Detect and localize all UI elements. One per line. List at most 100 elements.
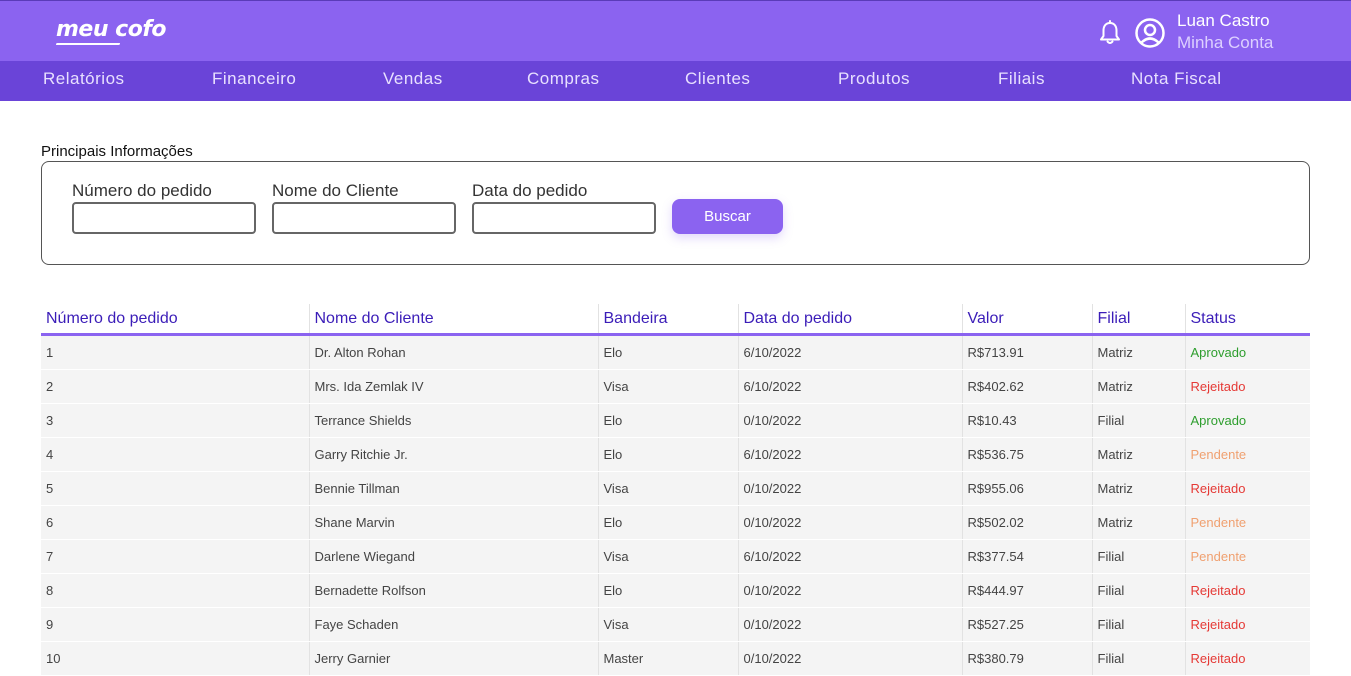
- cell-status: Rejeitado: [1184, 471, 1310, 506]
- cell-card-brand: Elo: [597, 403, 738, 438]
- cell-card-brand: Elo: [597, 437, 738, 472]
- section-title: Principais Informações: [41, 143, 193, 160]
- cell-status: Rejeitado: [1184, 573, 1310, 608]
- cell-status: Pendente: [1184, 539, 1310, 574]
- user-circle-icon[interactable]: [1134, 17, 1166, 49]
- column-header[interactable]: Filial: [1091, 304, 1185, 336]
- order-date-input[interactable]: [472, 202, 656, 234]
- cell-branch: Filial: [1091, 539, 1185, 574]
- cell-value: R$713.91: [961, 334, 1092, 370]
- table-header-row: Número do pedido Nome do Cliente Bandeir…: [41, 304, 1310, 336]
- cell-branch: Matriz: [1091, 334, 1185, 370]
- main-nav: Relatórios Financeiro Vendas Compras Cli…: [0, 61, 1351, 101]
- table-row[interactable]: 9 Faye Schaden Visa 0/10/2022 R$527.25 F…: [41, 607, 1310, 642]
- table-row[interactable]: 6 Shane Marvin Elo 0/10/2022 R$502.02 Ma…: [41, 505, 1310, 540]
- cell-card-brand: Elo: [597, 573, 738, 608]
- cell-order-number: 2: [41, 369, 309, 404]
- cell-order-date: 6/10/2022: [737, 437, 962, 472]
- nav-item-nota-fiscal[interactable]: Nota Fiscal: [1131, 69, 1222, 89]
- cell-card-brand: Visa: [597, 607, 738, 642]
- logo[interactable]: meu cofo: [56, 17, 167, 42]
- column-header[interactable]: Valor: [961, 304, 1092, 336]
- table-row[interactable]: 1 Dr. Alton Rohan Elo 6/10/2022 R$713.91…: [41, 334, 1310, 370]
- cell-order-number: 6: [41, 505, 309, 540]
- cell-value: R$444.97: [961, 573, 1092, 608]
- table-row[interactable]: 8 Bernadette Rolfson Elo 0/10/2022 R$444…: [41, 573, 1310, 608]
- cell-status: Rejeitado: [1184, 641, 1310, 676]
- column-header[interactable]: Data do pedido: [737, 304, 962, 336]
- column-header[interactable]: Número do pedido: [41, 304, 309, 336]
- table-row[interactable]: 2 Mrs. Ida Zemlak IV Visa 6/10/2022 R$40…: [41, 369, 1310, 404]
- cell-branch: Filial: [1091, 641, 1185, 676]
- nav-item-clientes[interactable]: Clientes: [685, 69, 750, 89]
- table-row[interactable]: 3 Terrance Shields Elo 0/10/2022 R$10.43…: [41, 403, 1310, 438]
- cell-card-brand: Master: [597, 641, 738, 676]
- cell-value: R$402.62: [961, 369, 1092, 404]
- cell-order-number: 4: [41, 437, 309, 472]
- table-row[interactable]: 7 Darlene Wiegand Visa 6/10/2022 R$377.5…: [41, 539, 1310, 574]
- cell-client-name: Darlene Wiegand: [308, 539, 598, 574]
- cell-status: Aprovado: [1184, 403, 1310, 438]
- nav-item-filiais[interactable]: Filiais: [998, 69, 1045, 89]
- cell-card-brand: Elo: [597, 334, 738, 370]
- table-row[interactable]: 5 Bennie Tillman Visa 0/10/2022 R$955.06…: [41, 471, 1310, 506]
- cell-client-name: Terrance Shields: [308, 403, 598, 438]
- cell-order-date: 6/10/2022: [737, 334, 962, 370]
- cell-value: R$502.02: [961, 505, 1092, 540]
- client-name-input[interactable]: [272, 202, 456, 234]
- cell-status: Aprovado: [1184, 334, 1310, 370]
- cell-branch: Filial: [1091, 573, 1185, 608]
- column-header[interactable]: Bandeira: [597, 304, 738, 336]
- cell-value: R$377.54: [961, 539, 1092, 574]
- top-bar: meu cofo Luan Castro Minha Conta: [0, 0, 1351, 61]
- cell-client-name: Mrs. Ida Zemlak IV: [308, 369, 598, 404]
- cell-branch: Matriz: [1091, 437, 1185, 472]
- column-header[interactable]: Status: [1184, 304, 1310, 336]
- table-row[interactable]: 10 Jerry Garnier Master 0/10/2022 R$380.…: [41, 641, 1310, 676]
- my-account-link[interactable]: Minha Conta: [1177, 33, 1273, 53]
- cell-client-name: Jerry Garnier: [308, 641, 598, 676]
- cell-value: R$527.25: [961, 607, 1092, 642]
- cell-order-date: 0/10/2022: [737, 573, 962, 608]
- cell-branch: Matriz: [1091, 369, 1185, 404]
- cell-order-number: 1: [41, 334, 309, 370]
- cell-order-number: 3: [41, 403, 309, 438]
- cell-client-name: Bennie Tillman: [308, 471, 598, 506]
- cell-client-name: Dr. Alton Rohan: [308, 334, 598, 370]
- cell-status: Pendente: [1184, 505, 1310, 540]
- cell-client-name: Faye Schaden: [308, 607, 598, 642]
- cell-card-brand: Visa: [597, 471, 738, 506]
- client-name-label: Nome do Cliente: [272, 181, 399, 200]
- cell-order-date: 6/10/2022: [737, 539, 962, 574]
- cell-order-number: 9: [41, 607, 309, 642]
- cell-value: R$380.79: [961, 641, 1092, 676]
- cell-order-date: 0/10/2022: [737, 471, 962, 506]
- cell-client-name: Bernadette Rolfson: [308, 573, 598, 608]
- order-number-input[interactable]: [72, 202, 256, 234]
- cell-branch: Matriz: [1091, 505, 1185, 540]
- cell-order-number: 5: [41, 471, 309, 506]
- bell-icon[interactable]: [1098, 20, 1122, 46]
- cell-client-name: Shane Marvin: [308, 505, 598, 540]
- nav-item-financeiro[interactable]: Financeiro: [212, 69, 296, 89]
- cell-order-date: 0/10/2022: [737, 403, 962, 438]
- nav-item-relatorios[interactable]: Relatórios: [43, 69, 125, 89]
- order-date-label: Data do pedido: [472, 181, 588, 200]
- cell-order-date: 0/10/2022: [737, 607, 962, 642]
- cell-card-brand: Elo: [597, 505, 738, 540]
- search-button[interactable]: Buscar: [672, 199, 783, 234]
- cell-branch: Filial: [1091, 607, 1185, 642]
- cell-order-number: 7: [41, 539, 309, 574]
- cell-branch: Matriz: [1091, 471, 1185, 506]
- nav-item-produtos[interactable]: Produtos: [838, 69, 910, 89]
- cell-value: R$536.75: [961, 437, 1092, 472]
- column-header[interactable]: Nome do Cliente: [308, 304, 598, 336]
- nav-item-compras[interactable]: Compras: [527, 69, 599, 89]
- table-row[interactable]: 4 Garry Ritchie Jr. Elo 6/10/2022 R$536.…: [41, 437, 1310, 472]
- cell-card-brand: Visa: [597, 369, 738, 404]
- cell-order-number: 8: [41, 573, 309, 608]
- cell-client-name: Garry Ritchie Jr.: [308, 437, 598, 472]
- cell-branch: Filial: [1091, 403, 1185, 438]
- nav-item-vendas[interactable]: Vendas: [383, 69, 443, 89]
- cell-order-number: 10: [41, 641, 309, 676]
